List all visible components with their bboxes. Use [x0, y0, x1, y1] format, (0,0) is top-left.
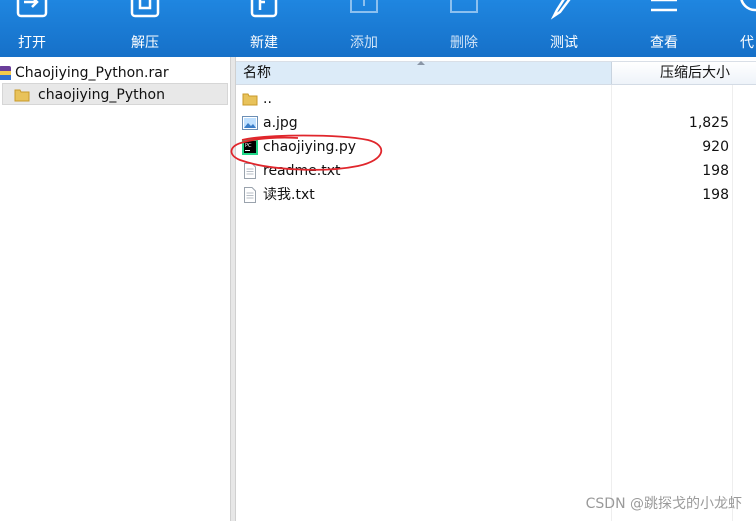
delete-icon: [450, 0, 478, 13]
column-name-label: 名称: [243, 65, 271, 81]
file-name: readme.txt: [263, 163, 341, 179]
sort-arrow-icon: [417, 61, 425, 65]
list-header: 名称 压缩后大小: [236, 61, 756, 85]
column-header-size[interactable]: 压缩后大小: [612, 62, 732, 84]
file-name: a.jpg: [263, 115, 298, 131]
tree-archive-label: Chaojiying_Python.rar: [15, 65, 169, 81]
file-name: ..: [263, 91, 272, 107]
open-label: 打开: [18, 35, 46, 51]
more-button[interactable]: 代: [712, 0, 756, 57]
view-label: 查看: [650, 35, 678, 51]
new-archive-label: 新建: [250, 35, 278, 51]
test-icon: [550, 0, 571, 20]
delete-button[interactable]: 删除: [424, 0, 504, 57]
file-name: 读我.txt: [263, 187, 315, 203]
folder-tree: Chaojiying_Python.rar chaojiying_Python: [0, 57, 230, 521]
more-label: 代: [740, 35, 754, 51]
folder-icon: [14, 89, 30, 102]
open-archive-icon: [16, 0, 48, 18]
text-file-icon: [244, 187, 256, 203]
test-label: 测试: [550, 35, 578, 51]
rar-archive-icon: [0, 66, 11, 80]
svg-text:PC: PC: [245, 143, 252, 149]
more-icon: [740, 0, 756, 12]
tree-item-archive[interactable]: Chaojiying_Python.rar: [0, 62, 230, 84]
folder-icon: [242, 93, 258, 106]
pycharm-file-icon: PC: [242, 139, 258, 155]
view-button[interactable]: 查看: [624, 0, 704, 57]
column-size-label: 压缩后大小: [660, 65, 730, 81]
toolbar: 打开 解压 新建 添加 删除 测试 查看 代: [0, 0, 756, 57]
list-item[interactable]: a.jpg 1,825: [236, 111, 756, 135]
open-button[interactable]: 打开: [0, 0, 72, 57]
extract-button[interactable]: 解压: [105, 0, 185, 57]
file-list: 名称 压缩后大小 .. a.jpg 1,825 PC chaojiying.py: [236, 57, 756, 521]
list-item[interactable]: PC chaojiying.py 920: [236, 135, 756, 159]
text-file-icon: [244, 163, 256, 179]
list-item[interactable]: ..: [236, 87, 756, 111]
tree-item-folder[interactable]: chaojiying_Python: [2, 83, 228, 105]
extract-icon: [130, 0, 160, 18]
add-button[interactable]: 添加: [324, 0, 404, 57]
new-archive-icon: [250, 0, 278, 18]
add-label: 添加: [350, 35, 378, 51]
extract-label: 解压: [131, 35, 159, 51]
image-file-icon: [242, 116, 258, 130]
column-header-name[interactable]: 名称: [236, 61, 612, 84]
view-icon: [651, 0, 677, 12]
new-archive-button[interactable]: 新建: [224, 0, 304, 57]
delete-label: 删除: [450, 35, 478, 51]
watermark: CSDN @跳探戈的小龙虾: [585, 496, 742, 512]
tree-folder-label: chaojiying_Python: [38, 87, 165, 103]
list-item[interactable]: 读我.txt 198: [236, 183, 756, 207]
file-size: 198: [702, 163, 729, 179]
file-name: chaojiying.py: [263, 139, 357, 155]
add-icon: [350, 0, 378, 13]
file-size: 920: [702, 139, 729, 155]
test-button[interactable]: 测试: [524, 0, 604, 57]
list-item[interactable]: readme.txt 198: [236, 159, 756, 183]
file-size: 198: [702, 187, 729, 203]
file-size: 1,825: [688, 115, 729, 131]
